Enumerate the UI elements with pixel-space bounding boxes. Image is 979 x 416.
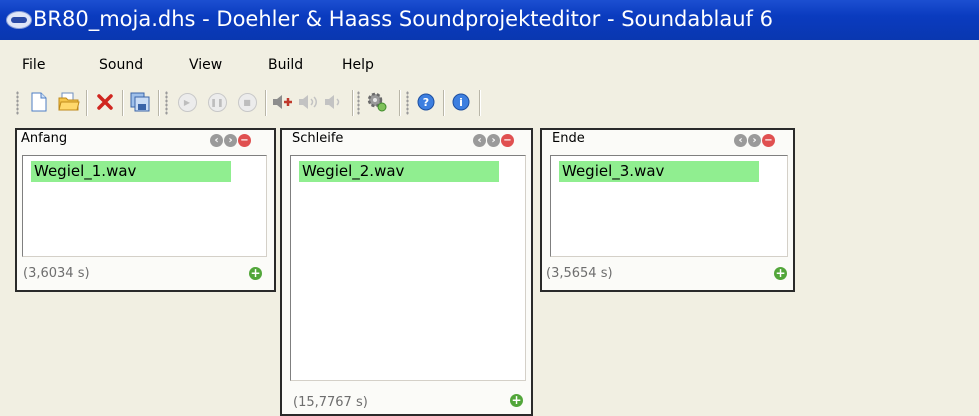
window-title: BR80_moja.dhs - Doehler & Haass Soundpro…	[33, 7, 773, 31]
move-right-icon[interactable]: ›	[487, 134, 500, 147]
menu-build[interactable]: Build	[268, 57, 303, 73]
settings-icon[interactable]	[365, 89, 389, 115]
menu-file[interactable]: File	[22, 57, 45, 73]
move-right-icon[interactable]: ›	[748, 134, 761, 147]
panel-title: Anfang	[21, 131, 68, 146]
open-folder-icon[interactable]	[57, 89, 81, 115]
volume-up-icon[interactable]	[271, 89, 295, 115]
title-bar: BR80_moja.dhs - Doehler & Haass Soundpro…	[0, 0, 979, 40]
toolbar-grip[interactable]	[406, 91, 409, 115]
panel-title: Ende	[552, 131, 585, 146]
delete-icon[interactable]	[93, 89, 117, 115]
volume-down-icon[interactable]	[323, 89, 347, 115]
toolbar-grip[interactable]	[165, 91, 168, 115]
play-icon[interactable]: ▶	[175, 89, 199, 115]
svg-text:?: ?	[423, 96, 429, 109]
panel-controls: ‹ › −	[734, 134, 775, 147]
panel-schleife: Schleife ‹ › − Wegiel_2.wav (15,7767 s) …	[280, 128, 533, 416]
svg-text:i: i	[459, 96, 463, 109]
panel-controls: ‹ › −	[473, 134, 514, 147]
move-right-icon[interactable]: ›	[224, 134, 237, 147]
add-sound-icon[interactable]: +	[249, 267, 262, 280]
sound-list[interactable]: Wegiel_1.wav	[22, 155, 267, 257]
move-left-icon[interactable]: ‹	[210, 134, 223, 147]
sound-list[interactable]: Wegiel_3.wav	[550, 155, 788, 257]
menu-view[interactable]: View	[189, 57, 222, 73]
info-icon[interactable]: i	[449, 89, 473, 115]
app-icon	[6, 11, 32, 29]
move-left-icon[interactable]: ‹	[734, 134, 747, 147]
panel-controls: ‹ › −	[210, 134, 251, 147]
remove-icon[interactable]: −	[501, 134, 514, 147]
panel-title: Schleife	[292, 131, 344, 146]
toolbar-grip[interactable]	[16, 91, 19, 115]
toolbar-grip[interactable]	[357, 91, 360, 115]
panel-anfang: Anfang ‹ › − Wegiel_1.wav (3,6034 s) +	[15, 128, 276, 292]
save-as-icon[interactable]	[128, 89, 152, 115]
pause-icon[interactable]: ❚❚	[205, 89, 229, 115]
panel-ende: Ende ‹ › − Wegiel_3.wav (3,5654 s) +	[540, 128, 795, 292]
menu-sound[interactable]: Sound	[99, 57, 143, 73]
remove-icon[interactable]: −	[238, 134, 251, 147]
list-item[interactable]: Wegiel_3.wav	[559, 161, 759, 182]
sound-list[interactable]: Wegiel_2.wav	[290, 155, 526, 381]
duration-label: (15,7767 s)	[293, 395, 368, 410]
toolbar: ▶ ❚❚ ■ ? i	[13, 85, 613, 121]
add-sound-icon[interactable]: +	[774, 267, 787, 280]
volume-mid-icon[interactable]	[297, 89, 321, 115]
duration-label: (3,5654 s)	[546, 266, 613, 281]
stop-icon[interactable]: ■	[235, 89, 259, 115]
remove-icon[interactable]: −	[762, 134, 775, 147]
menu-bar: File Sound View Build Help	[0, 52, 979, 78]
new-file-icon[interactable]	[27, 89, 51, 115]
move-left-icon[interactable]: ‹	[473, 134, 486, 147]
list-item[interactable]: Wegiel_2.wav	[299, 161, 499, 182]
duration-label: (3,6034 s)	[23, 266, 90, 281]
menu-help[interactable]: Help	[342, 57, 374, 73]
add-sound-icon[interactable]: +	[510, 394, 523, 407]
list-item[interactable]: Wegiel_1.wav	[31, 161, 231, 182]
help-icon[interactable]: ?	[414, 89, 438, 115]
